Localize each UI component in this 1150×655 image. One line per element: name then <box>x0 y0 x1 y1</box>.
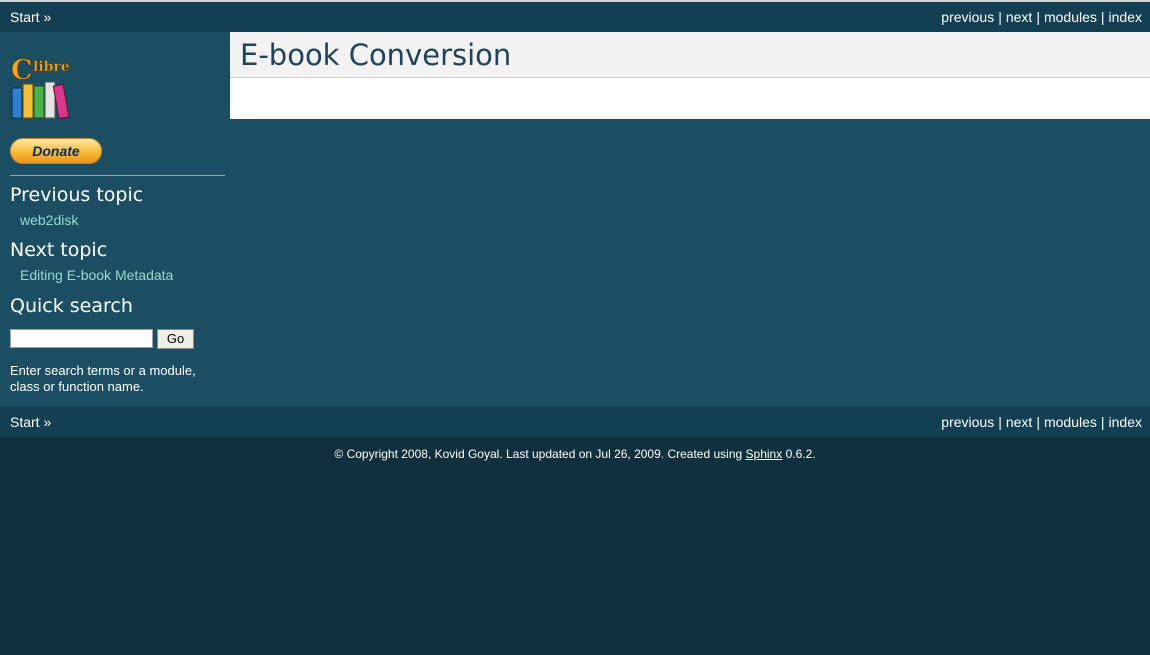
footer-version: 0.6.2. <box>785 447 816 461</box>
bottom-relbar: Start » previous | next | modules | index <box>0 407 1150 437</box>
body-panel: E-book Conversion <box>230 32 1150 119</box>
document-area: C libre Donate Previous topic web2disk N… <box>0 32 1150 407</box>
footer-copyright: © Copyright 2008, Kovid Goyal. Last upda… <box>334 447 743 461</box>
next-link[interactable]: next <box>1006 414 1032 430</box>
svg-text:libre: libre <box>33 59 70 75</box>
page-title: E-book Conversion <box>240 38 512 72</box>
modules-link[interactable]: modules <box>1044 9 1097 25</box>
previous-link[interactable]: previous <box>941 414 994 430</box>
search-hint: Enter search terms or a module, class or… <box>10 363 196 394</box>
nav-separator: | <box>998 9 1002 25</box>
previous-topic-heading: Previous topic <box>10 184 144 206</box>
sidebar-divider <box>10 175 225 176</box>
nav-separator: | <box>1100 9 1105 25</box>
bottom-nav-links: previous | next | modules | index <box>941 414 1142 430</box>
next-topic-link[interactable]: Editing E-book Metadata <box>20 267 173 283</box>
nav-separator: | <box>1036 414 1040 430</box>
index-link[interactable]: index <box>1109 9 1142 25</box>
sphinx-link[interactable]: Sphinx <box>746 447 783 461</box>
start-link[interactable]: Start » <box>10 9 51 25</box>
go-button[interactable]: Go <box>157 329 194 349</box>
svg-text:C: C <box>11 55 33 86</box>
sidebar: C libre Donate Previous topic web2disk N… <box>0 32 230 407</box>
nav-separator: | <box>998 414 1002 430</box>
previous-link[interactable]: previous <box>941 9 994 25</box>
start-link[interactable]: Start » <box>10 414 51 430</box>
modules-link[interactable]: modules <box>1044 414 1097 430</box>
calibre-logo-graphic: C libre <box>11 55 70 120</box>
footer: © Copyright 2008, Kovid Goyal. Last upda… <box>0 437 1150 461</box>
search-input[interactable] <box>10 329 153 348</box>
calibre-logo-icon[interactable]: C libre <box>10 54 76 120</box>
previous-topic-link[interactable]: web2disk <box>20 212 78 228</box>
next-topic-heading: Next topic <box>10 239 108 261</box>
top-relbar: Start » previous | next | modules | index <box>0 2 1150 32</box>
quick-search-heading: Quick search <box>10 295 133 317</box>
index-link[interactable]: index <box>1109 414 1142 430</box>
nav-separator: | <box>1036 9 1040 25</box>
donate-button[interactable]: Donate <box>10 138 102 164</box>
nav-separator: | <box>1100 414 1105 430</box>
next-link[interactable]: next <box>1006 9 1032 25</box>
title-bar: E-book Conversion <box>230 32 1150 78</box>
top-nav-links: previous | next | modules | index <box>941 9 1142 25</box>
